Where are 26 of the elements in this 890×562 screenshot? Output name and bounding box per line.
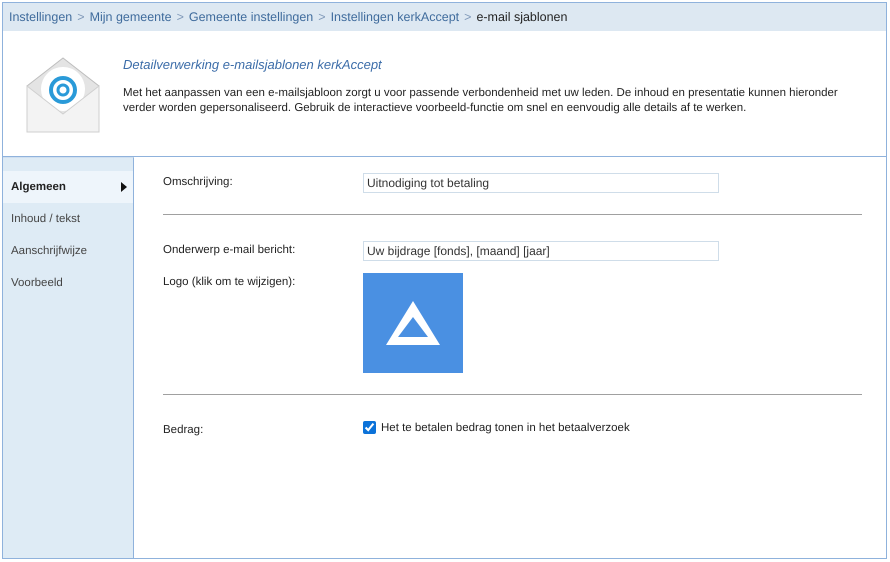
breadcrumb-separator: > bbox=[464, 10, 472, 24]
envelope-icon bbox=[25, 56, 101, 134]
breadcrumb-link[interactable]: Instellingen kerkAccept bbox=[330, 10, 460, 24]
field-label: Logo (klik om te wijzigen): bbox=[163, 275, 296, 288]
breadcrumb-link[interactable]: Mijn gemeente bbox=[90, 10, 172, 24]
arrow-icon bbox=[121, 182, 127, 192]
sidebar-item[interactable]: Inhoud / tekst bbox=[3, 203, 133, 235]
breadcrumb-link[interactable]: e-mail sjablonen bbox=[476, 10, 568, 24]
breadcrumb-link[interactable]: Gemeente instellingen bbox=[188, 10, 314, 24]
breadcrumb-separator: > bbox=[176, 10, 184, 24]
sidebar-item[interactable]: Aanschrijfwijze bbox=[3, 235, 133, 267]
page-description: Met het aanpassen van een e-mailsjabloon zorgt u voor passende verbondenheid met uw leden. De inhoud en presentatie kunnen hieronder verder worden gepersonaliseerd. Gebruik de interactieve voorbeeld-functie om snel en eenvoudig alle details af te werken. bbox=[123, 86, 839, 116]
field-label: Omschrijving: bbox=[163, 175, 234, 188]
field-label: Onderwerp e-mail bericht: bbox=[163, 243, 296, 256]
sidebar-item[interactable]: Algemeen bbox=[3, 171, 133, 203]
breadcrumb-separator: > bbox=[318, 10, 326, 24]
breadcrumb-link[interactable]: Instellingen bbox=[9, 10, 72, 24]
sidebar-item[interactable]: Voorbeeld bbox=[3, 267, 133, 299]
page-title: Detailverwerking e-mailsjablonen kerkAccept bbox=[123, 57, 383, 72]
text-field[interactable]: Uw bijdrage [fonds], [maand] [jaar] bbox=[363, 241, 719, 261]
checkbox[interactable] bbox=[363, 421, 376, 434]
text-field[interactable]: Uitnodiging tot betaling bbox=[363, 173, 719, 193]
logo-image[interactable] bbox=[363, 273, 463, 373]
field-label: Bedrag: bbox=[163, 423, 204, 436]
checkbox-label: Het te betalen bedrag tonen in het betaalverzoek bbox=[381, 422, 630, 434]
breadcrumb-separator: > bbox=[77, 10, 85, 24]
